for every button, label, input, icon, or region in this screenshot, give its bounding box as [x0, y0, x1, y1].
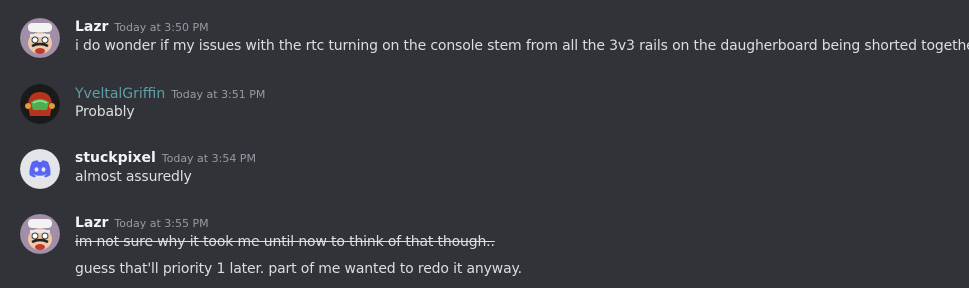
avatar-yveltalgriffin[interactable]: [20, 84, 60, 124]
message: YveltalGriffin Today at 3:51 PM Probably: [0, 82, 969, 128]
message-content: guess that'll priority 1 later. part of …: [75, 261, 522, 277]
message-timestamp[interactable]: Today at 3:51 PM: [171, 88, 265, 101]
message-content: almost assuredly: [75, 169, 192, 185]
author-name[interactable]: stuckpixel: [75, 150, 156, 166]
discord-logo-icon: [20, 149, 60, 189]
avatar-lazr[interactable]: [20, 214, 60, 254]
avatar-lazr[interactable]: [20, 18, 60, 58]
message-timestamp[interactable]: Today at 3:55 PM: [114, 217, 208, 230]
chef-avatar-icon: [20, 214, 60, 254]
message: Lazr Today at 3:55 PM im not sure why it …: [0, 212, 969, 282]
message-list: Lazr Today at 3:50 PM i do wonder if my i…: [0, 0, 969, 288]
message-timestamp[interactable]: Today at 3:50 PM: [114, 21, 208, 34]
avatar-stuckpixel[interactable]: [20, 149, 60, 189]
author-name[interactable]: YveltalGriffin: [75, 86, 165, 102]
message-timestamp[interactable]: Today at 3:54 PM: [162, 152, 256, 165]
message: stuckpixel Today at 3:54 PM almost assure…: [0, 147, 969, 193]
author-name[interactable]: Lazr: [75, 215, 108, 231]
helmet-avatar-icon: [20, 84, 60, 124]
chef-avatar-icon: [20, 18, 60, 58]
message-content: Probably: [75, 104, 135, 120]
message-content-strikethrough: im not sure why it took me until now to …: [75, 234, 495, 250]
author-name[interactable]: Lazr: [75, 19, 108, 35]
message: Lazr Today at 3:50 PM i do wonder if my i…: [0, 16, 969, 66]
message-content: i do wonder if my issues with the rtc tu…: [75, 38, 969, 54]
